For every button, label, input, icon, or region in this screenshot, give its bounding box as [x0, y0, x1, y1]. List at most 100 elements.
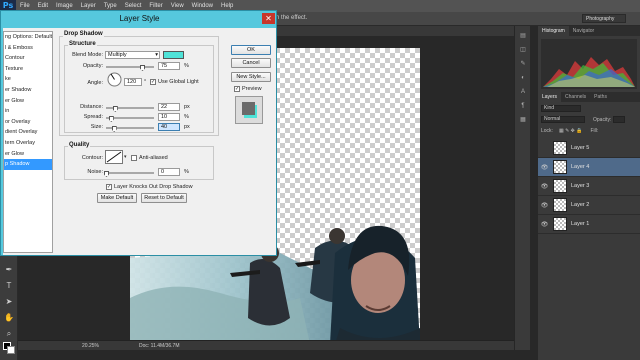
- workspace-switcher[interactable]: Photography: [582, 14, 626, 23]
- spread-label: Spread:: [83, 114, 103, 120]
- history-icon[interactable]: ▤: [518, 32, 528, 40]
- reset-default-button[interactable]: Reset to Default: [141, 193, 187, 203]
- menu-layer[interactable]: Layer: [77, 3, 100, 9]
- layer-thumbnail: [553, 141, 567, 155]
- style-blending-options[interactable]: ng Options: Default: [4, 32, 52, 43]
- structure-label: Structure: [68, 41, 97, 47]
- blend-mode-label: Blend Mode:: [72, 52, 103, 58]
- size-input[interactable]: 40: [158, 123, 180, 131]
- blend-mode-select[interactable]: Multiply ▾: [105, 51, 160, 59]
- size-unit: px: [184, 124, 190, 130]
- opacity-input[interactable]: 75: [158, 62, 180, 70]
- global-light-checkbox[interactable]: ✓: [150, 79, 156, 85]
- ok-button[interactable]: OK: [231, 45, 271, 55]
- panel-icon-strip: ▤ ◫ ✎ ◐ A ¶ ▦: [514, 26, 530, 350]
- style-gradient-overlay[interactable]: dient Overlay: [4, 127, 52, 138]
- distance-input[interactable]: 22: [158, 103, 180, 111]
- opacity-slider[interactable]: [106, 66, 154, 68]
- layer-row[interactable]: 👁 Layer 1: [538, 215, 640, 234]
- layer-kind-filter[interactable]: Kind: [541, 105, 581, 112]
- pen-tool-icon[interactable]: ✒: [3, 264, 15, 276]
- layer-row[interactable]: 👁 Layer 2: [538, 196, 640, 215]
- path-select-tool-icon[interactable]: ➤: [3, 296, 15, 308]
- layer-blend-mode-select[interactable]: Normal: [541, 116, 585, 123]
- layer-name: Layer 2: [571, 202, 590, 208]
- style-bevel-emboss[interactable]: l & Emboss: [4, 43, 52, 54]
- contour-label: Contour:: [81, 155, 103, 161]
- menu-window[interactable]: Window: [188, 3, 217, 9]
- noise-slider[interactable]: [106, 172, 154, 174]
- contour-preview[interactable]: [105, 150, 123, 164]
- menu-type[interactable]: Type: [100, 3, 121, 9]
- tab-paths[interactable]: Paths: [590, 92, 611, 102]
- eye-icon[interactable]: 👁: [540, 183, 549, 190]
- angle-unit: °: [144, 79, 147, 85]
- menu-help[interactable]: Help: [217, 3, 237, 9]
- layer-row-selected[interactable]: 👁 Layer 4: [538, 158, 640, 177]
- angle-input[interactable]: 120: [124, 78, 142, 86]
- drop-shadow-title: Drop Shadow: [63, 31, 104, 37]
- make-default-button[interactable]: Make Default: [97, 193, 137, 203]
- layer-opacity-input[interactable]: [613, 116, 626, 123]
- menu-select[interactable]: Select: [121, 3, 146, 9]
- knockout-checkbox[interactable]: ✓: [106, 184, 112, 190]
- cancel-button[interactable]: Cancel: [231, 58, 271, 68]
- new-style-button[interactable]: New Style...: [231, 72, 271, 82]
- angle-dial-icon[interactable]: [107, 72, 122, 87]
- spread-unit: %: [184, 114, 189, 120]
- preview-checkbox[interactable]: ✓: [234, 86, 240, 92]
- zoom-level[interactable]: 20.25%: [82, 343, 99, 349]
- anti-aliased-checkbox[interactable]: [131, 155, 137, 161]
- tab-channels[interactable]: Channels: [561, 92, 590, 102]
- tab-histogram[interactable]: Histogram: [538, 26, 569, 36]
- menu-file[interactable]: File: [16, 3, 34, 9]
- global-light-label: Use Global Light: [158, 79, 199, 85]
- eye-icon[interactable]: 👁: [540, 164, 549, 171]
- layer-thumbnail: [553, 198, 567, 212]
- right-panels: Histogram Navigator Layers Channels Path…: [538, 26, 640, 360]
- layer-row[interactable]: 👁 Layer 3: [538, 177, 640, 196]
- close-icon[interactable]: ✕: [262, 13, 275, 24]
- style-texture[interactable]: Texture: [4, 64, 52, 75]
- brush-icon[interactable]: ✎: [518, 60, 528, 68]
- noise-input[interactable]: 0: [158, 168, 180, 176]
- adjustments-icon[interactable]: ◐: [518, 74, 528, 82]
- style-inner-shadow[interactable]: er Shadow: [4, 85, 52, 96]
- tab-layers[interactable]: Layers: [538, 92, 562, 102]
- knockout-label: Layer Knocks Out Drop Shadow: [114, 184, 193, 190]
- style-outer-glow[interactable]: er Glow: [4, 149, 52, 160]
- menu-view[interactable]: View: [167, 3, 188, 9]
- character-icon[interactable]: A: [518, 88, 528, 96]
- background-color-swatch[interactable]: [7, 346, 15, 354]
- spread-input[interactable]: 10: [158, 113, 180, 121]
- dialog-body: ng Options: Default l & Emboss Contour T…: [3, 28, 276, 255]
- lock-icons[interactable]: ▦ ✎ ✥ 🔒: [559, 128, 583, 134]
- noise-unit: %: [184, 169, 189, 175]
- style-contour[interactable]: Contour: [4, 53, 52, 64]
- distance-label: Distance:: [80, 104, 103, 110]
- properties-icon[interactable]: ◫: [518, 46, 528, 54]
- text-tool-icon[interactable]: T: [3, 280, 15, 292]
- shadow-color-swatch[interactable]: [163, 51, 184, 59]
- swatches-icon[interactable]: ▦: [518, 116, 528, 124]
- style-inner-glow[interactable]: er Glow: [4, 96, 52, 107]
- tab-navigator[interactable]: Navigator: [569, 26, 598, 36]
- style-pattern-overlay[interactable]: tern Overlay: [4, 138, 52, 149]
- style-satin[interactable]: in: [4, 106, 52, 117]
- style-color-overlay[interactable]: or Overlay: [4, 117, 52, 128]
- hand-tool-icon[interactable]: ✋: [3, 312, 15, 324]
- style-drop-shadow[interactable]: p Shadow: [4, 159, 52, 170]
- menu-filter[interactable]: Filter: [145, 3, 166, 9]
- menu-edit[interactable]: Edit: [34, 3, 52, 9]
- eye-icon[interactable]: 👁: [540, 221, 549, 228]
- paragraph-icon[interactable]: ¶: [518, 102, 528, 110]
- layers-options: Kind Normal Opacity: Lock: ▦ ✎ ✥ 🔒 Fill:: [538, 102, 640, 139]
- zoom-tool-icon[interactable]: ⌕: [3, 328, 15, 340]
- contour-dropdown-icon[interactable]: ▾: [124, 154, 127, 160]
- styles-list: ng Options: Default l & Emboss Contour T…: [3, 31, 53, 253]
- layer-row[interactable]: Layer 5: [538, 139, 640, 158]
- style-stroke[interactable]: ke: [4, 74, 52, 85]
- layer-name: Layer 3: [571, 183, 590, 189]
- eye-icon[interactable]: 👁: [540, 202, 549, 209]
- menu-image[interactable]: Image: [52, 3, 77, 9]
